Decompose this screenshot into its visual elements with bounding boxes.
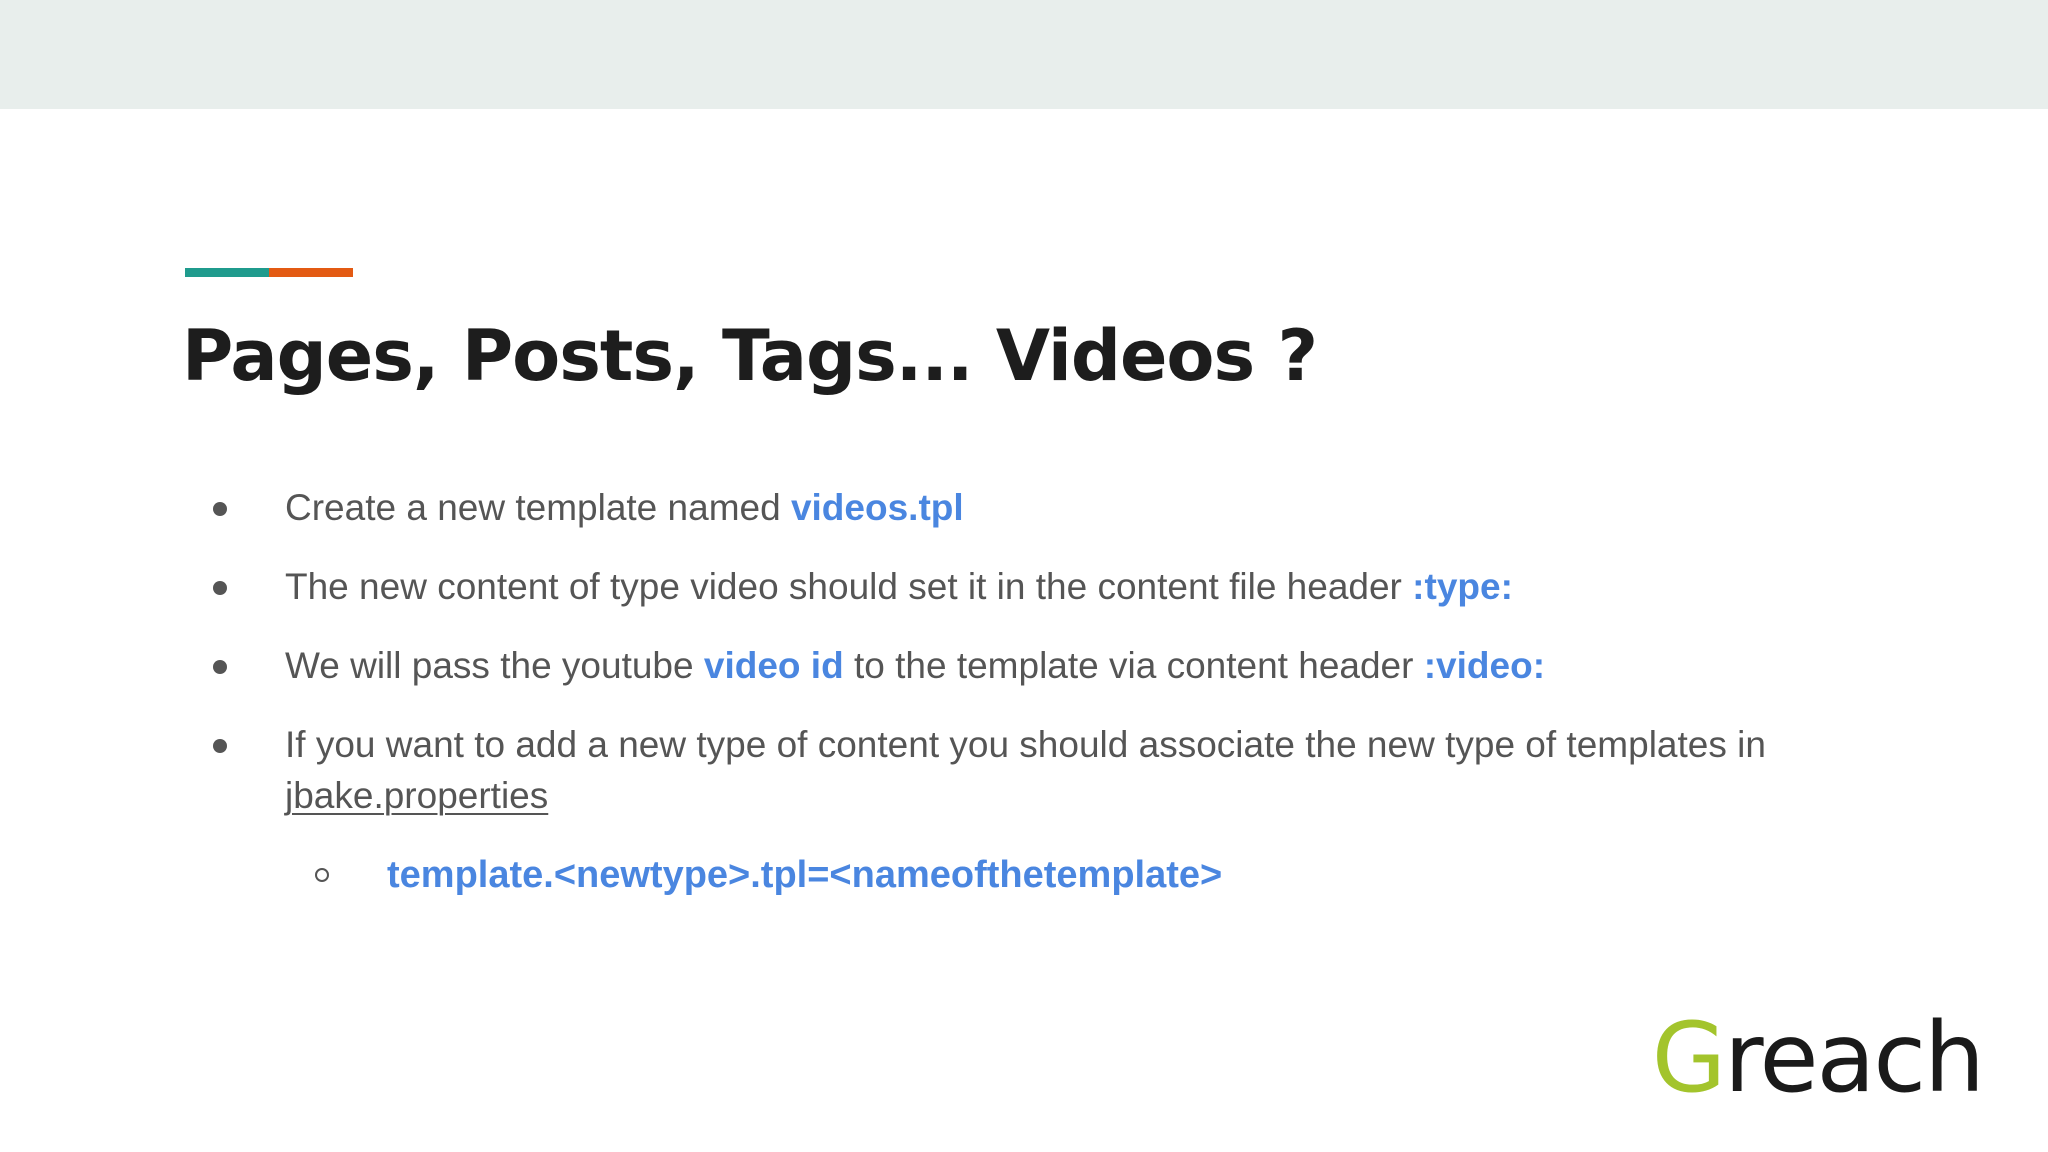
bullet-dot-icon (213, 739, 227, 753)
bullet-text: We will pass the youtube video id to the… (285, 640, 1785, 691)
bullet-text-plain: We will pass the youtube (285, 645, 704, 686)
bullet-text-highlight: video id (703, 645, 844, 686)
logo-rest: reach (1724, 1002, 1985, 1114)
title-accent-bar (185, 268, 353, 277)
bullet-text: If you want to add a new type of content… (285, 719, 1785, 821)
bullet-text-highlight: :type: (1412, 566, 1513, 607)
bullet-text: Create a new template named videos.tpl (285, 482, 1785, 533)
bullet-text-highlight: videos.tpl (790, 487, 964, 528)
bullet-text-plain: to the template via content header (843, 645, 1424, 686)
bullet-dot-icon (213, 660, 227, 674)
greach-logo: Greach (1652, 1010, 1985, 1106)
properties-file-link[interactable]: jbake.properties (285, 775, 548, 816)
accent-teal-segment (185, 268, 269, 277)
bullet-text-plain: Create a new template named (285, 487, 791, 528)
bullet-text-plain: The new content of type video should set… (285, 566, 1413, 607)
sub-bullet-text: template.<newtype>.tpl=<nameofthetemplat… (387, 854, 1223, 896)
slide-title: Pages, Posts, Tags... Videos ? (182, 315, 1318, 397)
slide (0, 109, 2048, 1152)
top-bar (0, 0, 2048, 109)
bullet-dot-icon (213, 581, 227, 595)
logo-first-letter: G (1651, 1002, 1726, 1114)
hollow-circle-icon (315, 868, 329, 882)
bullet-text-plain: If you want to add a new type of content… (285, 724, 1766, 765)
bullet-text: The new content of type video should set… (285, 561, 1785, 612)
bullet-text-highlight: :video: (1423, 645, 1546, 686)
accent-orange-segment (269, 268, 353, 277)
bullet-dot-icon (213, 502, 227, 516)
